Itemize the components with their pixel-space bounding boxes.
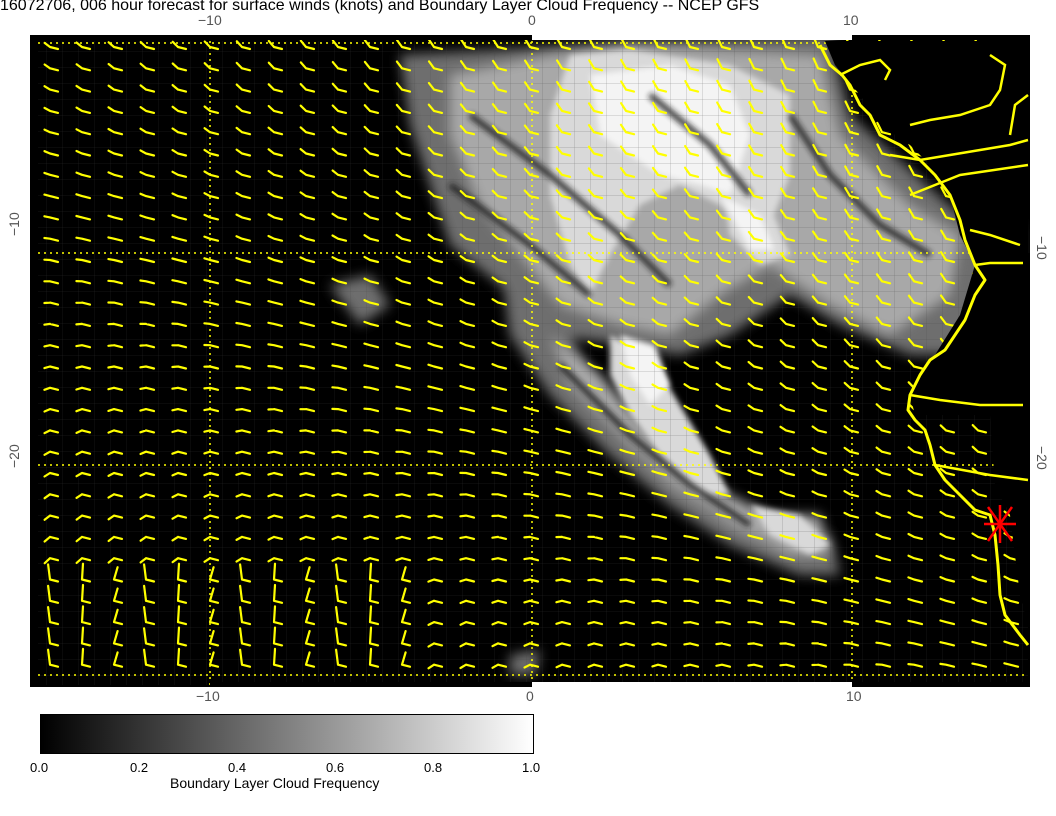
map-title: 16072706, 006 hour forecast for surface … bbox=[0, 0, 760, 14]
colorbar-gradient bbox=[40, 714, 534, 754]
map-canvas[interactable] bbox=[30, 35, 1030, 687]
bottom-tick-label: 10 bbox=[846, 688, 862, 704]
colorbar-tick-label: 1.0 bbox=[522, 760, 541, 775]
colorbar-tick-label: 0.6 bbox=[326, 760, 345, 775]
top-tick-label: 10 bbox=[843, 12, 859, 28]
colorbar-tick-label: 0.0 bbox=[30, 760, 49, 775]
bottom-tick-label: 0 bbox=[526, 688, 534, 704]
right-tick-label: −10 bbox=[1034, 236, 1050, 260]
right-tick-label: −20 bbox=[1034, 446, 1050, 470]
left-tick-label: −10 bbox=[6, 212, 22, 236]
colorbar-title: Boundary Layer Cloud Frequency bbox=[170, 775, 380, 791]
top-tick-label: −10 bbox=[198, 12, 222, 28]
colorbar-tick-label: 0.8 bbox=[424, 760, 443, 775]
colorbar-tick-label: 0.4 bbox=[228, 760, 247, 775]
left-tick-label: −20 bbox=[6, 444, 22, 468]
bottom-tick-label: −10 bbox=[196, 688, 220, 704]
map-frame bbox=[30, 35, 1030, 687]
top-tick-label: 0 bbox=[528, 12, 536, 28]
colorbar-tick-label: 0.2 bbox=[130, 760, 149, 775]
